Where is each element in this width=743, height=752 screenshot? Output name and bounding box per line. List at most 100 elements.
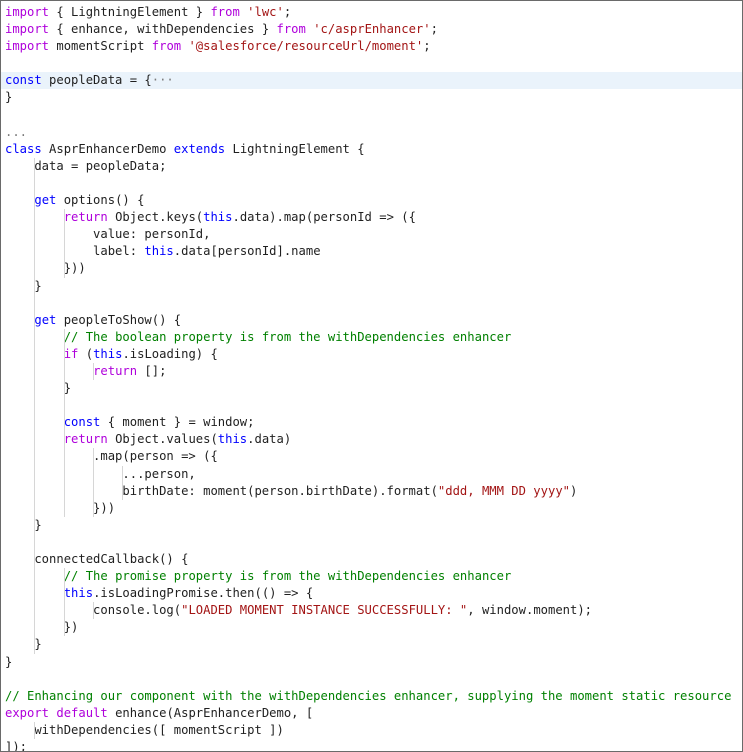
indent-guide	[34, 636, 36, 654]
code-token: const	[63, 415, 101, 430]
code-line[interactable]	[5, 671, 742, 688]
code-line[interactable]: value: personId,	[5, 226, 742, 244]
code-token: ]);	[5, 740, 28, 752]
code-token: this	[203, 210, 233, 225]
indent-guide	[122, 482, 124, 500]
code-token: birthDate: moment(person.birthDate).form…	[5, 483, 438, 498]
code-line[interactable]: ]);	[5, 739, 742, 752]
code-token: this	[63, 586, 94, 601]
indent-guide	[63, 448, 65, 466]
indent-guide	[34, 551, 36, 569]
indent-guide	[34, 499, 36, 517]
code-token: import	[5, 39, 50, 54]
indent-guide	[34, 157, 36, 175]
code-line[interactable]: const { moment } = window;	[5, 414, 742, 432]
code-line[interactable]: import { enhance, withDependencies } fro…	[5, 21, 742, 38]
code-line[interactable]: .map(person => ({	[5, 448, 742, 466]
code-token: const	[5, 73, 42, 88]
code-line[interactable]: }	[5, 380, 742, 398]
code-line[interactable]: birthDate: moment(person.birthDate).form…	[5, 482, 742, 500]
code-token: , window.moment);	[467, 603, 593, 618]
code-line[interactable]: class AsprEnhancerDemo extends Lightning…	[5, 141, 742, 158]
indent-guide	[34, 465, 36, 483]
code-line[interactable]	[5, 397, 742, 415]
indent-guide	[63, 345, 65, 363]
fold-ellipsis[interactable]: ...	[5, 125, 27, 139]
code-line[interactable]: get options() {	[5, 192, 742, 210]
indent-guide	[63, 585, 65, 603]
code-token: extends	[173, 141, 226, 156]
indent-guide	[34, 431, 36, 449]
code-line[interactable]: withDependencies([ momentScript ])	[5, 721, 742, 740]
code-token: return	[63, 210, 108, 225]
code-token: }	[5, 90, 13, 105]
code-line[interactable]: }))	[5, 499, 742, 517]
code-token: import	[5, 22, 50, 37]
code-token: default	[56, 705, 108, 720]
code-token: }	[5, 517, 42, 532]
code-token: { LightningElement }	[49, 5, 211, 19]
code-line[interactable]: }	[5, 654, 742, 671]
code-line[interactable]: import { LightningElement } from 'lwc';	[5, 4, 742, 21]
code-token: // Enhancing our component with the with…	[5, 688, 732, 703]
fold-ellipsis[interactable]: ···	[152, 73, 174, 87]
code-area[interactable]: import { LightningElement } from 'lwc'; i…	[1, 4, 742, 752]
indent-guide	[63, 362, 65, 381]
code-token: { enhance, withDependencies }	[49, 22, 277, 37]
indent-guide	[34, 414, 36, 432]
code-line[interactable]: return [];	[5, 362, 742, 381]
code-line[interactable]: return Object.values(this.data)	[5, 431, 742, 449]
code-line[interactable]: // Enhancing our component with the with…	[5, 688, 742, 705]
code-line[interactable]: connectedCallback() {	[5, 551, 742, 569]
code-line[interactable]: console.log("LOADED MOMENT INSTANCE SUCC…	[5, 602, 742, 620]
indent-guide	[93, 602, 95, 620]
indent-guide	[34, 209, 36, 227]
code-line[interactable]	[5, 55, 742, 72]
indent-guide	[34, 602, 36, 620]
indent-guide	[34, 568, 36, 586]
code-line[interactable]: const peopleData = {···	[1, 72, 742, 90]
code-token: }	[5, 654, 13, 669]
code-line[interactable]: import momentScript from '@salesforce/re…	[5, 38, 742, 55]
code-token: }	[5, 381, 72, 396]
code-line[interactable]: // The promise property is from the with…	[5, 568, 742, 586]
code-token: "LOADED MOMENT INSTANCE SUCCESSFULLY: "	[181, 603, 468, 618]
code-line[interactable]: export default enhance(AsprEnhancerDemo,…	[5, 705, 742, 722]
indent-guide	[34, 482, 36, 500]
code-line[interactable]	[5, 174, 742, 193]
code-line[interactable]	[5, 107, 742, 124]
code-line[interactable]: }	[5, 89, 742, 106]
code-token: momentScript	[49, 39, 152, 54]
indent-guide	[93, 448, 95, 466]
code-token: "ddd, MMM DD yyyy"	[437, 483, 570, 498]
code-token: (	[78, 346, 94, 361]
code-token: withDependencies([ momentScript ])	[5, 722, 284, 737]
code-line[interactable]: ...	[5, 124, 742, 141]
code-line[interactable]: if (this.isLoading) {	[5, 345, 742, 363]
code-line[interactable]: this.isLoadingPromise.then(() => {	[5, 585, 742, 603]
code-line[interactable]	[5, 294, 742, 312]
code-line[interactable]: }	[5, 516, 742, 534]
code-line[interactable]: data = peopleData;	[5, 157, 742, 175]
indent-guide	[63, 568, 65, 586]
code-line[interactable]: })	[5, 619, 742, 637]
code-line[interactable]: get peopleToShow() {	[5, 311, 742, 329]
indent-guide	[34, 721, 36, 740]
code-line[interactable]: // The boolean property is from the with…	[5, 328, 742, 346]
indent-guide	[34, 328, 36, 346]
code-line[interactable]: return Object.keys(this.data).map(person…	[5, 209, 742, 227]
code-line[interactable]: }	[5, 277, 742, 295]
code-token: from	[276, 22, 306, 37]
indent-guide	[63, 482, 65, 500]
code-line[interactable]: label: this.data[personId].name	[5, 243, 742, 261]
code-editor[interactable]: import { LightningElement } from 'lwc'; i…	[0, 0, 743, 752]
code-token: .isLoading) {	[122, 346, 218, 361]
code-token: if	[63, 346, 79, 361]
code-token: return	[93, 363, 138, 378]
code-line[interactable]	[5, 533, 742, 551]
indent-guide	[63, 619, 65, 637]
code-line[interactable]: }	[5, 636, 742, 654]
indent-guide	[122, 465, 124, 483]
code-line[interactable]: ...person,	[5, 465, 742, 483]
code-line[interactable]: }))	[5, 260, 742, 278]
